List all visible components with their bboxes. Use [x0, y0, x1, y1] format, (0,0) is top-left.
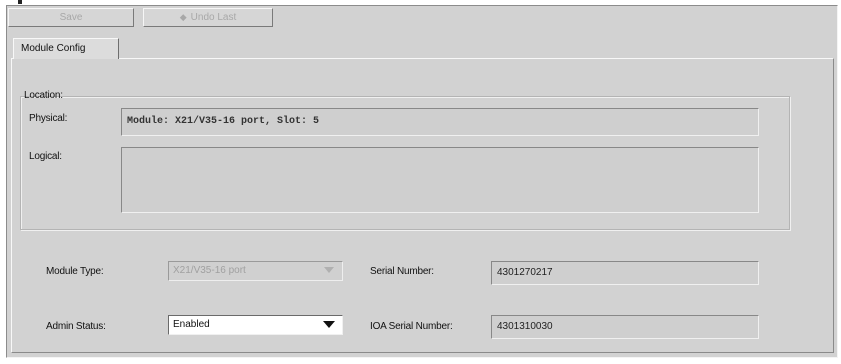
serial-number-field[interactable]: 4301270217: [491, 261, 759, 285]
admin-status-label: Admin Status:: [46, 321, 106, 332]
chevron-down-icon: [324, 267, 334, 273]
serial-number-label: Serial Number:: [370, 266, 434, 277]
undo-button-label: Undo Last: [190, 12, 237, 23]
ioa-serial-number-field[interactable]: 4301310030: [491, 315, 759, 339]
serial-number-value: 4301270217: [497, 267, 553, 278]
window-corner-marker: [18, 0, 22, 4]
logical-label: Logical:: [29, 151, 62, 162]
physical-location-field[interactable]: Module: X21/V35-16 port, Slot: 5: [121, 108, 759, 136]
ioa-serial-number-label: IOA Serial Number:: [370, 321, 453, 332]
save-button[interactable]: Save: [8, 8, 134, 27]
module-type-value: X21/V35-16 port: [173, 265, 246, 276]
admin-status-value: Enabled: [173, 319, 210, 330]
save-button-label: Save: [59, 12, 83, 23]
tab-module-config[interactable]: Module Config: [13, 38, 119, 59]
module-config-window: Save ◆ Undo Last Module Config Location: …: [0, 0, 841, 364]
location-title: Location:: [24, 90, 63, 101]
undo-arrow-icon: ◆: [179, 12, 187, 22]
module-type-label: Module Type:: [46, 266, 104, 277]
tab-label: Module Config: [21, 43, 86, 54]
module-type-select[interactable]: X21/V35-16 port: [168, 261, 343, 281]
physical-label: Physical:: [29, 113, 68, 124]
undo-last-button[interactable]: ◆ Undo Last: [143, 8, 273, 27]
chevron-down-icon: [323, 321, 335, 328]
logical-location-field[interactable]: [121, 147, 759, 213]
ioa-serial-number-value: 4301310030: [497, 321, 553, 332]
admin-status-select[interactable]: Enabled: [168, 315, 343, 335]
physical-location-value: Module: X21/V35-16 port, Slot: 5: [127, 116, 320, 127]
